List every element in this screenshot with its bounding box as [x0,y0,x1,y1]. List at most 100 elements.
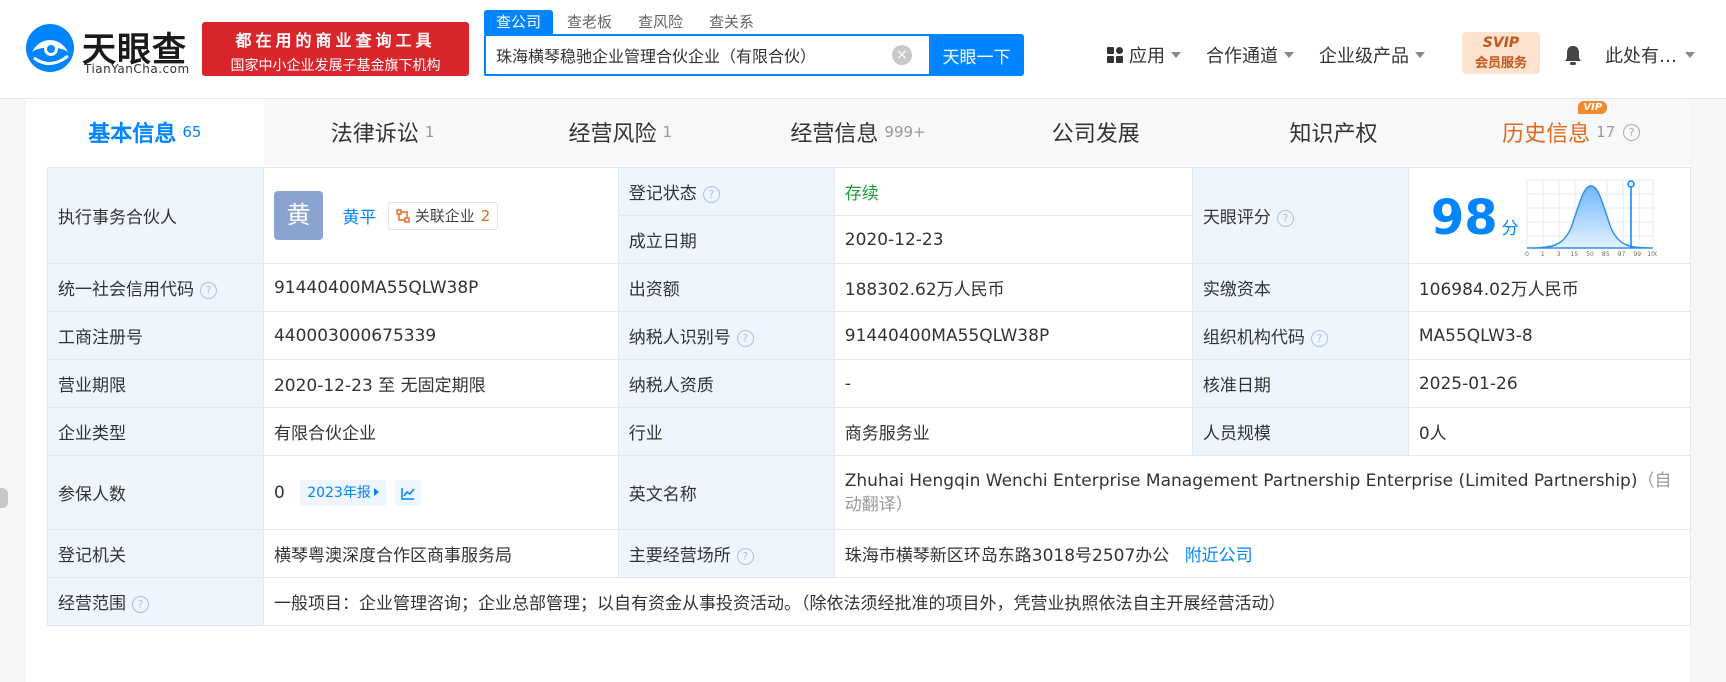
bell-icon[interactable] [1563,44,1583,66]
score-distribution-chart: 0 1 3 15 50 85 97 99 100 [1525,179,1657,258]
search-button[interactable]: 天眼一下 [929,34,1024,76]
related-companies-button[interactable]: 关联企业 2 [387,201,499,230]
approve-date-label: 核准日期 [1191,359,1409,408]
user-menu[interactable]: 此处有… [1605,42,1695,68]
term-value: 2020-12-23 至 无固定期限 [262,359,619,408]
score-tick-label: 97 [1618,251,1626,258]
tab-operation[interactable]: 经营信息 999+ [739,99,977,165]
search-tab-boss[interactable]: 查老板 [555,10,624,34]
tab-basic-info[interactable]: 基本信息 65 [26,99,264,165]
partner-cell: 黄 黄平 关联企业 2 [262,167,619,264]
search-input[interactable] [496,36,876,74]
avatar[interactable]: 黄 [273,191,323,240]
svip-button[interactable]: SVIP 会员服务 [1462,32,1540,74]
tab-legal[interactable]: 法律诉讼 1 [263,99,502,165]
org-code-label: 组织机构代码? [1191,311,1409,360]
industry-label: 行业 [617,407,835,456]
page: 天眼查 TianYanCha.com 都在用的商业查询工具 国家中小企业发展子基… [0,0,1726,682]
tab-development[interactable]: 公司发展 [976,99,1215,165]
nav-cooperation[interactable]: 合作通道 [1206,42,1294,68]
search-tabs: 查公司 查老板 查风险 查关系 [484,10,768,34]
tab-label: 基本信息 [88,122,177,147]
insured-label: 参保人数 [47,455,264,530]
tab-history[interactable]: VIP 历史信息 17 ? [1452,99,1691,165]
help-icon[interactable]: ? [200,282,217,299]
partner-name-link[interactable]: 黄平 [342,208,376,228]
help-icon[interactable]: ? [1276,210,1294,227]
found-date-value: 2020-12-23 [833,215,1193,264]
insured-count: 0 [273,482,285,503]
help-icon[interactable]: ? [1310,330,1328,347]
help-icon[interactable]: ? [736,548,754,565]
score-value: 98 [1430,190,1498,246]
annual-report-year-button[interactable]: 2023年报 [300,479,386,506]
help-icon[interactable]: ? [1623,123,1641,141]
slogan-line1: 都在用的商业查询工具 [235,31,436,50]
help-icon[interactable]: ? [702,186,720,203]
scope-label: 经营范围? [47,577,264,626]
top-header: 天眼查 TianYanCha.com 都在用的商业查询工具 国家中小企业发展子基… [0,0,1726,99]
en-name-label: 英文名称 [617,455,835,530]
score-tick-label: 85 [1602,251,1610,258]
trend-chart-icon[interactable] [395,479,422,506]
tab-count: 1 [662,123,673,141]
score-tick-label: 50 [1586,251,1594,258]
staff-label: 人员规模 [1191,407,1409,456]
nav-cooperation-label: 合作通道 [1206,46,1278,67]
relation-icon [396,208,410,223]
triangle-right-icon [373,487,379,496]
nav-apps[interactable]: 应用 [1107,42,1181,68]
tab-label: 经营风险 [568,122,657,147]
score-cell[interactable]: 98 分 0 1 3 15 50 85 97 99 100 [1407,167,1692,264]
insured-value: 0 2023年报 [262,455,619,530]
help-icon[interactable]: ? [736,330,754,347]
search-box: × [484,34,929,76]
chevron-down-icon [1171,52,1181,58]
address-text: 珠海市横琴新区环岛东路3018号2507办公 [844,546,1170,566]
main-content: 基本信息 65 法律诉讼 1 经营风险 1 经营信息 999+ 公司发展 知识产… [26,99,1692,682]
top-nav: 应用 合作通道 企业级产品 [1107,40,1450,70]
taxpayer-id-label: 纳税人识别号? [617,311,835,360]
search-tab-relation[interactable]: 查关系 [697,10,766,34]
tab-count: 17 [1596,123,1616,141]
taxpayer-id-value: 91440400MA55QLW38P [833,311,1193,360]
svip-label: SVIP [1482,35,1520,51]
staff-value: 0人 [1407,407,1692,456]
nav-enterprise-label: 企业级产品 [1319,46,1409,67]
search-tab-risk[interactable]: 查风险 [626,10,695,34]
help-icon[interactable]: ? [132,596,149,613]
score-tick-label: 3 [1556,251,1560,258]
apps-grid-icon [1107,47,1123,63]
chevron-down-icon [1415,52,1425,58]
score-tick-label: 0 [1525,251,1529,258]
tab-label: 公司发展 [1051,122,1140,147]
tab-label: 知识产权 [1289,122,1378,147]
address-value: 珠海市横琴新区环岛东路3018号2507办公 附近公司 [833,529,1692,578]
chevron-down-icon [1284,52,1294,58]
authority-label: 登记机关 [47,529,264,578]
biz-reg-no-value: 440003000675339 [262,311,619,360]
search-tab-company[interactable]: 查公司 [484,10,554,34]
industry-value: 商务服务业 [833,407,1193,456]
nearby-companies-link[interactable]: 附近公司 [1185,546,1253,566]
clear-search-icon[interactable]: × [892,45,912,65]
capital-value: 188302.62万人民币 [833,263,1193,312]
score-tick-label: 1 [1541,251,1545,258]
tab-label: 法律诉讼 [330,122,419,147]
nav-enterprise[interactable]: 企业级产品 [1319,42,1425,68]
score-unit: 分 [1501,219,1519,239]
paid-capital-label: 实缴资本 [1191,263,1409,312]
tab-risk[interactable]: 经营风险 1 [501,99,740,165]
credit-code-label: 统一社会信用代码? [47,263,264,312]
tab-ip[interactable]: 知识产权 [1214,99,1453,165]
type-value: 有限合伙企业 [262,407,619,456]
slogan-banner: 都在用的商业查询工具 国家中小企业发展子基金旗下机构 [202,22,469,76]
org-code-value: MA55QLW3-8 [1407,311,1692,360]
slogan-line2: 国家中小企业发展子基金旗下机构 [230,58,441,74]
logo[interactable]: 天眼查 TianYanCha.com [24,20,194,78]
side-scroll-handle[interactable] [0,488,8,508]
en-name-value: Zhuhai Hengqin Wenchi Enterprise Managem… [833,455,1692,530]
nav-apps-label: 应用 [1129,46,1165,67]
score-tick-label: 100 [1647,251,1657,258]
related-label: 关联企业 [414,207,475,225]
